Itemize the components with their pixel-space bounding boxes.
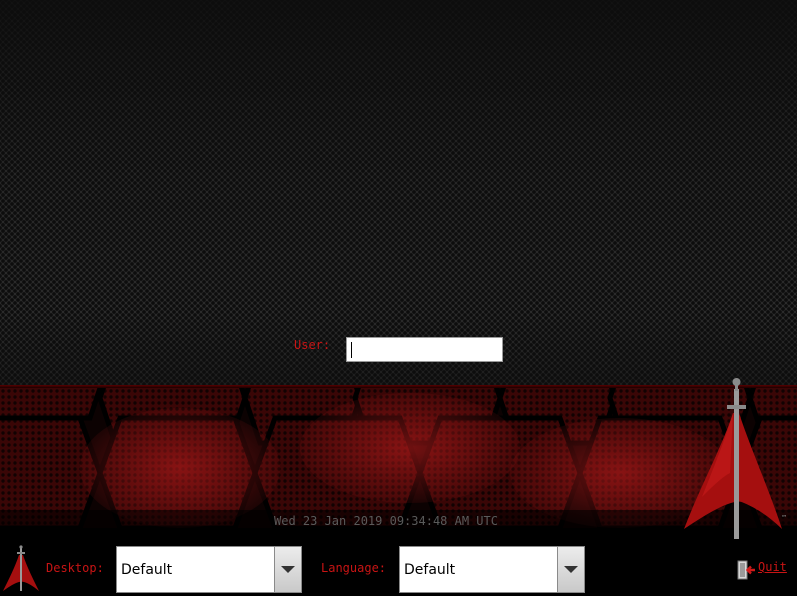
- exit-door-icon: [737, 560, 755, 580]
- trademark-mark: ™: [782, 514, 786, 522]
- desktop-select[interactable]: Default: [116, 546, 302, 593]
- username-input[interactable]: [346, 337, 503, 362]
- clock-datetime: Wed 23 Jan 2019 09:34:48 AM UTC: [274, 514, 498, 528]
- desktop-select-value: Default: [121, 562, 173, 578]
- chevron-down-icon: [281, 566, 295, 573]
- desktop-dropdown-button[interactable]: [274, 547, 301, 592]
- language-select[interactable]: Default: [399, 546, 585, 593]
- desktop-label: Desktop:: [46, 561, 104, 575]
- text-caret: [351, 342, 352, 358]
- language-select-value: Default: [404, 562, 456, 578]
- blackarch-logo-small-icon: [3, 545, 39, 591]
- quit-label: Quit: [758, 560, 787, 574]
- user-label: User:: [294, 338, 331, 352]
- login-background: [0, 0, 797, 388]
- chevron-down-icon: [564, 566, 578, 573]
- blackarch-logo-icon: ™: [684, 378, 786, 539]
- language-label: Language:: [321, 561, 387, 575]
- hex-pattern-band: [0, 388, 797, 528]
- language-dropdown-button[interactable]: [557, 547, 584, 592]
